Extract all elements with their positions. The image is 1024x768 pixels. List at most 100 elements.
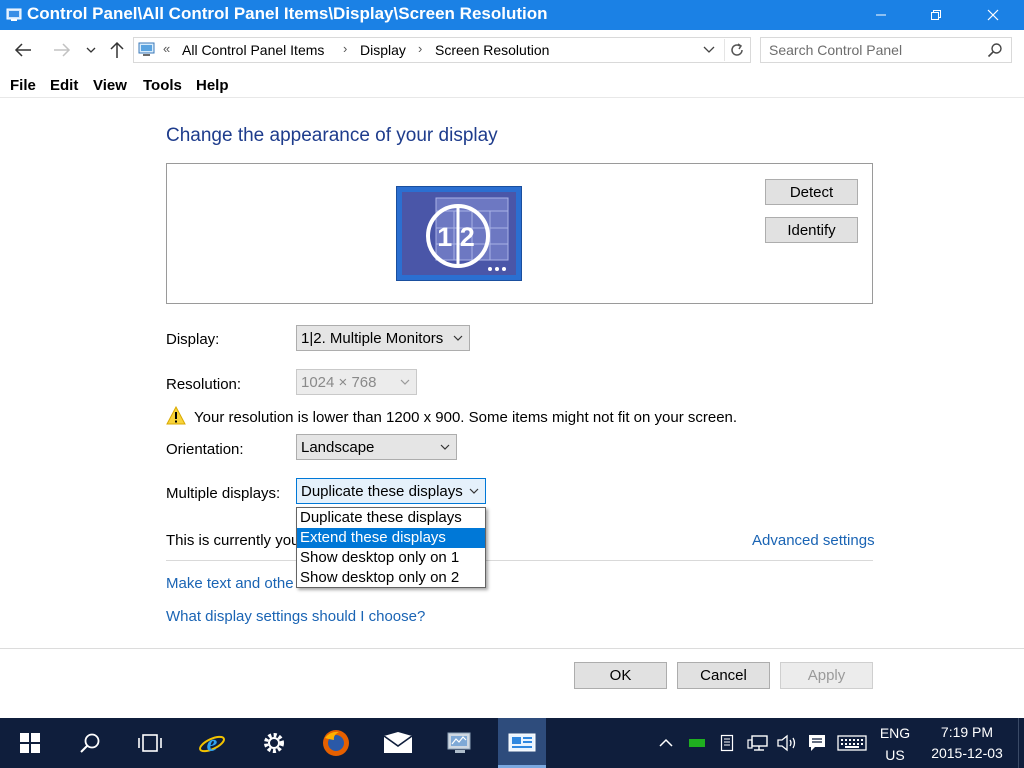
mail-button[interactable] — [374, 718, 422, 768]
chevron-down-icon — [400, 379, 410, 385]
chevron-up-icon — [659, 738, 673, 747]
display-select[interactable]: 1|2. Multiple Monitors — [296, 325, 470, 351]
navigation-bar: « All Control Panel Items › Display › Sc… — [0, 30, 1024, 70]
multiple-displays-label: Multiple displays: — [166, 485, 281, 502]
monitor-preview-icon[interactable]: 1 2 — [396, 186, 522, 281]
display-settings-icon — [508, 733, 536, 752]
input-language-code[interactable]: ENG — [876, 725, 914, 741]
ok-button[interactable]: OK — [574, 662, 667, 689]
chevron-down-icon — [453, 335, 463, 341]
internet-explorer-button[interactable]: e — [188, 718, 236, 768]
refresh-button[interactable] — [724, 39, 748, 61]
breadcrumb-separator-icon[interactable]: › — [343, 41, 347, 56]
input-language-region[interactable]: US — [876, 747, 914, 763]
menu-tools[interactable]: Tools — [143, 77, 182, 94]
option-duplicate-displays[interactable]: Duplicate these displays — [297, 508, 485, 528]
up-button[interactable] — [106, 39, 128, 61]
window-title: Control Panel\All Control Panel Items\Di… — [27, 4, 548, 23]
orientation-label: Orientation: — [166, 441, 244, 458]
up-arrow-icon — [110, 41, 124, 58]
firefox-icon — [323, 730, 349, 756]
resolution-label: Resolution: — [166, 376, 242, 393]
display-settings-help-link[interactable]: What display settings should I choose? — [166, 608, 425, 625]
search-box[interactable] — [760, 37, 1012, 63]
network-app-button[interactable] — [436, 718, 484, 768]
tray-device-button[interactable] — [714, 718, 740, 768]
task-view-icon — [138, 734, 162, 752]
menu-file[interactable]: File — [10, 77, 36, 94]
tray-battery-indicator[interactable] — [684, 718, 710, 768]
breadcrumb-all-items[interactable]: All Control Panel Items — [182, 42, 324, 58]
computer-icon — [138, 42, 155, 56]
menu-help[interactable]: Help — [196, 77, 229, 94]
monitor-number-label: 1 2 — [437, 222, 475, 252]
make-text-larger-link[interactable]: Make text and othe — [166, 575, 294, 592]
multiple-displays-select-value: Duplicate these displays — [301, 483, 463, 500]
settings-button[interactable] — [250, 718, 298, 768]
taskbar: e ENG US 7:19 PM 2015-12-03 — [0, 718, 1024, 768]
tray-volume-button[interactable] — [774, 718, 800, 768]
device-icon — [720, 734, 734, 752]
control-panel-icon — [6, 8, 22, 21]
resolution-select[interactable]: 1024 × 768 — [296, 369, 417, 395]
back-button[interactable] — [12, 39, 34, 61]
task-view-button[interactable] — [126, 718, 174, 768]
mail-icon — [383, 732, 413, 753]
recent-locations-button[interactable] — [82, 39, 100, 61]
display-label: Display: — [166, 331, 220, 348]
identify-button[interactable]: Identify — [765, 217, 858, 243]
refresh-icon — [730, 43, 743, 56]
option-show-only-1[interactable]: Show desktop only on 1 — [297, 548, 485, 568]
restore-button[interactable] — [913, 0, 959, 30]
control-panel-taskbar-button[interactable] — [498, 718, 546, 768]
breadcrumb-overflow[interactable]: « — [163, 41, 170, 56]
resolution-warning-text: Your resolution is lower than 1200 x 900… — [194, 409, 738, 426]
network-icon — [747, 735, 768, 751]
breadcrumb-separator-icon[interactable]: › — [418, 41, 422, 56]
display-select-value: 1|2. Multiple Monitors — [301, 330, 444, 347]
tray-notifications-button[interactable] — [804, 718, 830, 768]
action-center-icon — [809, 735, 825, 751]
show-desktop-button[interactable] — [1018, 718, 1024, 768]
search-taskbar-button[interactable] — [66, 718, 114, 768]
firefox-button[interactable] — [312, 718, 360, 768]
restore-icon — [931, 10, 941, 20]
address-history-chevron-icon[interactable] — [702, 43, 716, 57]
detect-button[interactable]: Detect — [765, 179, 858, 205]
close-icon — [987, 9, 999, 21]
search-icon[interactable] — [987, 42, 1003, 58]
start-button[interactable] — [6, 718, 54, 768]
search-icon — [80, 733, 100, 753]
orientation-select[interactable]: Landscape — [296, 434, 457, 460]
option-extend-displays[interactable]: Extend these displays — [297, 528, 485, 548]
forward-button[interactable] — [51, 39, 73, 61]
apply-button[interactable]: Apply — [780, 662, 873, 689]
current-display-text: This is currently you — [166, 532, 300, 549]
chevron-down-icon — [469, 488, 479, 494]
advanced-settings-link[interactable]: Advanced settings — [752, 532, 875, 549]
search-input[interactable] — [761, 38, 981, 62]
orientation-select-value: Landscape — [301, 439, 375, 456]
menu-edit[interactable]: Edit — [50, 77, 78, 94]
warning-icon — [166, 406, 186, 425]
green-status-icon — [689, 739, 705, 747]
menu-view[interactable]: View — [93, 77, 127, 94]
minimize-button[interactable] — [858, 0, 904, 30]
chevron-down-icon — [440, 444, 450, 450]
option-show-only-2[interactable]: Show desktop only on 2 — [297, 568, 485, 588]
tray-keyboard-button[interactable] — [834, 718, 870, 768]
multiple-displays-select[interactable]: Duplicate these displays — [296, 478, 486, 504]
show-hidden-icons-button[interactable] — [654, 718, 678, 768]
breadcrumb-screen-resolution[interactable]: Screen Resolution — [435, 42, 549, 58]
speaker-icon — [777, 734, 796, 752]
clock-date[interactable]: 2015-12-03 — [922, 745, 1012, 761]
cancel-button[interactable]: Cancel — [677, 662, 770, 689]
monitor-app-icon — [447, 732, 471, 753]
close-button[interactable] — [970, 0, 1016, 30]
clock-time[interactable]: 7:19 PM — [922, 724, 1012, 740]
address-bar[interactable]: « All Control Panel Items › Display › Sc… — [133, 37, 751, 63]
chevron-down-icon — [86, 47, 96, 53]
breadcrumb-display[interactable]: Display — [360, 42, 406, 58]
tray-network-button[interactable] — [744, 718, 772, 768]
button-area-divider — [0, 648, 1024, 649]
